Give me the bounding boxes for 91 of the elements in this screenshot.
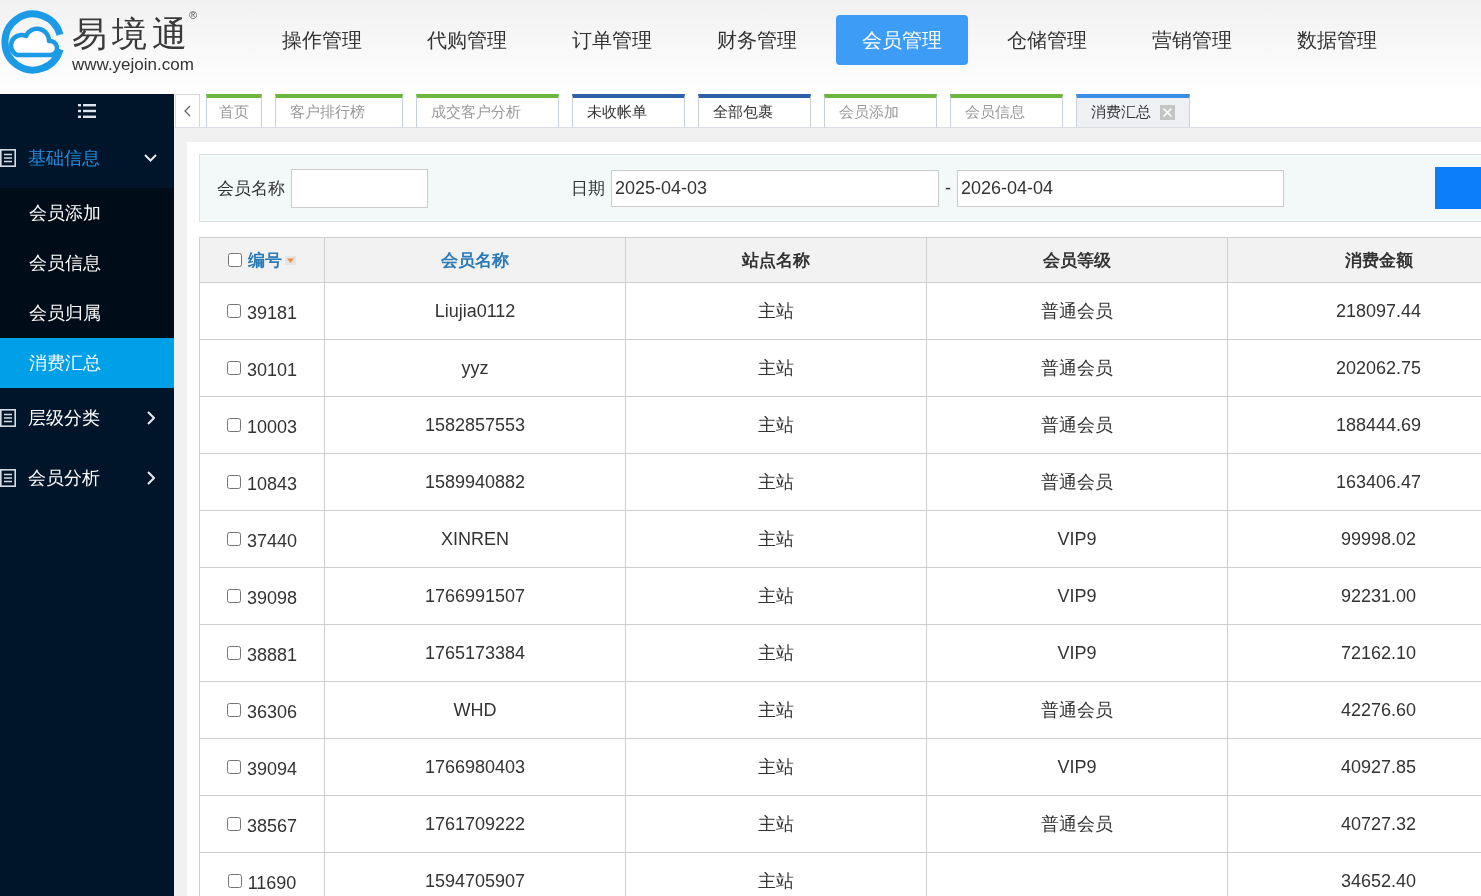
page-tab[interactable]: 未收帐单 [572,94,685,127]
table-cell: 普通会员 [926,795,1228,853]
row-checkbox[interactable] [226,304,241,318]
table-cell: 1589940882 [324,453,626,511]
website-url: www.yejoin.com [72,55,194,75]
list-icon [0,469,16,487]
chevron-left-icon [184,105,191,117]
chevron-down-icon [144,154,157,162]
sidebar-item[interactable]: 会员归属 [0,288,174,338]
page-tab[interactable]: 全部包裹 [698,94,811,127]
member-id: 36306 [246,701,298,723]
date-separator: - [945,177,951,199]
table-cell: 1582857553 [324,396,626,454]
table-cell: 主站 [625,339,927,397]
table-cell: 主站 [625,453,927,511]
column-header: 站点名称 [625,237,927,283]
menu-icon[interactable] [78,103,96,119]
field-label: 日期 [571,177,605,200]
table-cell: Liujia0112 [324,282,626,340]
member-id: 11690 [247,872,297,894]
row-checkbox[interactable] [227,874,242,888]
table-cell: WHD [324,681,626,739]
table-cell: 主站 [625,681,927,739]
row-checkbox[interactable] [226,817,241,831]
nav-tab[interactable]: 数据管理 [1271,15,1403,65]
row-checkbox[interactable] [226,703,241,717]
row-checkbox[interactable] [226,589,241,603]
table-cell: 普通会员 [926,681,1228,739]
table-cell: VIP9 [926,567,1228,625]
column-header: 会员等级 [926,237,1228,283]
table-cell: 1761709222 [324,795,626,853]
row-checkbox[interactable] [226,361,241,375]
member-id: 10843 [246,473,298,495]
sidebar-item[interactable]: 会员信息 [0,238,174,288]
table-cell: 主站 [625,738,927,796]
table-cell: VIP9 [926,624,1228,682]
member-id: 39098 [246,587,298,609]
table-cell: VIP9 [926,738,1228,796]
row-checkbox[interactable] [226,475,241,489]
member-name-field[interactable] [291,168,428,208]
sidebar-group[interactable]: 层级分类 [0,388,174,448]
table-cell: 主站 [625,282,927,340]
chevron-right-icon [147,411,155,425]
table-cell: 普通会员 [926,396,1228,454]
table-cell: 普通会员 [926,339,1228,397]
nav-tab[interactable]: 财务管理 [691,15,823,65]
registered-mark: ® [189,10,198,21]
column-header-link[interactable]: 会员名称 [441,248,509,272]
table-cell: 主站 [625,396,927,454]
page-tab[interactable]: 消费汇总 [1076,94,1190,127]
field-label: 会员名称 [217,177,285,200]
member-id: 37440 [246,530,298,552]
table-cell: 主站 [625,624,927,682]
member-id: 10003 [246,416,298,438]
row-checkbox[interactable] [226,532,241,546]
nav-tab[interactable]: 订单管理 [546,15,678,65]
table-cell: yyz [324,339,626,397]
date-from-field[interactable]: 2025-04-03 [611,169,939,207]
sidebar-group[interactable]: 会员分析 [0,448,174,508]
nav-tab[interactable]: 营销管理 [1126,15,1258,65]
sidebar-item[interactable]: 会员添加 [0,188,174,238]
sidebar-group[interactable]: 基础信息 [0,128,174,188]
table-cell: 1766991507 [324,567,626,625]
member-id: 30101 [246,359,298,381]
member-id: 38881 [246,644,298,666]
nav-tab[interactable]: 操作管理 [256,15,388,65]
table-cell: VIP9 [926,510,1228,568]
table-cell: 1766980403 [324,738,626,796]
member-id: 38567 [246,815,298,837]
list-icon [0,409,16,427]
table-cell: 主站 [625,510,927,568]
chevron-right-icon [147,471,155,485]
select-all-checkbox[interactable] [228,253,242,267]
nav-tab[interactable]: 代购管理 [401,15,533,65]
row-checkbox[interactable] [226,760,241,774]
table-cell: 主站 [625,567,927,625]
table-cell: 普通会员 [926,282,1228,340]
member-id: 39181 [246,302,298,324]
row-checkbox[interactable] [226,646,241,660]
column-header-link[interactable]: 编号 [248,248,282,272]
cloud-logo-icon [1,9,65,75]
table-cell: 主站 [625,795,927,853]
table-cell: 1765173384 [324,624,626,682]
list-icon [0,149,16,167]
date-to-field[interactable]: 2026-04-04 [957,169,1284,207]
row-checkbox[interactable] [226,418,241,432]
table-cell: 普通会员 [926,453,1228,511]
member-id: 39094 [246,758,298,780]
nav-tab[interactable]: 仓储管理 [981,15,1113,65]
table-cell: XINREN [324,510,626,568]
column-header: 消费金额 [1227,237,1481,283]
